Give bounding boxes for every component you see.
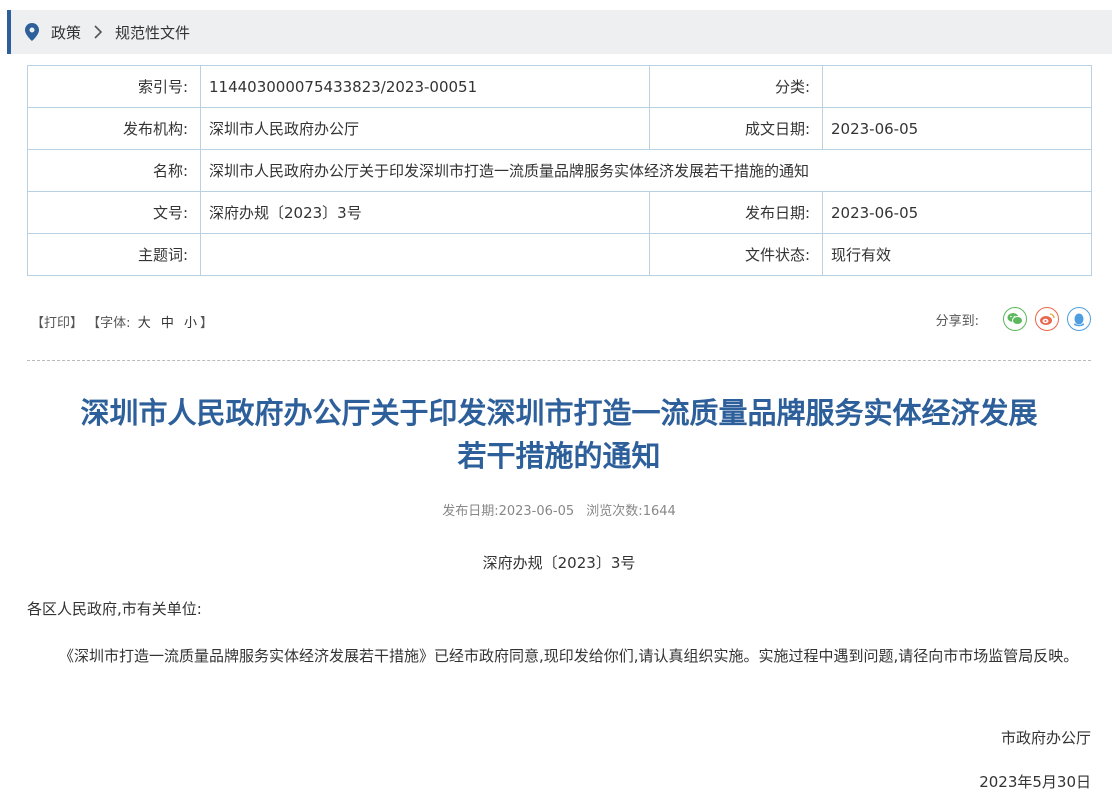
meta-row: 名称: 深圳市人民政府办公厅关于印发深圳市打造一流质量品牌服务实体经济发展若干措… <box>27 149 1092 192</box>
status-value: 现行有效 <box>822 233 1092 276</box>
print-button[interactable]: 【打印】 <box>31 316 83 331</box>
document-meta-table: 索引号: 114403000075433823/2023-00051 分类: 发… <box>27 65 1092 276</box>
breadcrumb-item-policy[interactable]: 政策 <box>51 22 81 43</box>
publish-info: 发布日期:2023-06-05 浏览次数:1644 <box>27 500 1091 519</box>
meta-row: 文号: 深府办规〔2023〕3号 发布日期: 2023-06-05 <box>27 191 1092 234</box>
index-value: 114403000075433823/2023-00051 <box>200 65 650 108</box>
divider <box>27 360 1091 361</box>
wechat-icon <box>1007 313 1023 325</box>
category-label: 分类: <box>649 65 823 108</box>
name-value: 深圳市人民政府办公厅关于印发深圳市打造一流质量品牌服务实体经济发展若干措施的通知 <box>200 149 1092 192</box>
status-label: 文件状态: <box>649 233 823 276</box>
font-large-button[interactable]: 大 <box>138 316 151 331</box>
article-title-line2: 若干措施的通知 <box>457 439 661 473</box>
index-label: 索引号: <box>27 65 201 108</box>
pub-date-label: 发布日期: <box>442 504 499 519</box>
name-label: 名称: <box>27 149 201 192</box>
font-medium-button[interactable]: 中 <box>161 316 174 331</box>
share-bar: 分享到: <box>936 307 1091 331</box>
docno-label: 文号: <box>27 191 201 234</box>
article-toolbar: 【打印】 【字体: 大 中 小】 分享到: <box>27 307 1091 335</box>
publisher-label: 发布机构: <box>27 107 201 150</box>
body-paragraph: 《深圳市打造一流质量品牌服务实体经济发展若干措施》已经市政府同意,现印发给你们,… <box>59 647 1079 665</box>
qq-icon <box>1074 313 1084 326</box>
issue-date: 2023年5月30日 <box>979 773 1091 791</box>
font-small-button[interactable]: 小 <box>184 316 197 331</box>
share-label: 分享到: <box>935 313 979 329</box>
weibo-icon <box>1040 313 1055 325</box>
location-pin-icon <box>25 23 39 41</box>
meta-row: 索引号: 114403000075433823/2023-00051 分类: <box>27 65 1092 108</box>
salutation: 各区人民政府,市有关单位: <box>27 600 202 618</box>
category-value <box>822 65 1092 108</box>
docno-value: 深府办规〔2023〕3号 <box>200 191 650 234</box>
share-wechat-button[interactable] <box>1003 307 1027 331</box>
pub-date-value: 2023-06-05 <box>498 504 575 519</box>
keywords-value <box>200 233 650 276</box>
views-label: 浏览次数: <box>586 504 643 519</box>
article-title: 深圳市人民政府办公厅关于印发深圳市打造一流质量品牌服务实体经济发展 若干措施的通… <box>27 392 1091 478</box>
meta-row: 主题词: 文件状态: 现行有效 <box>27 233 1092 276</box>
breadcrumb: 政策 规范性文件 <box>7 10 1112 54</box>
meta-row: 发布机构: 深圳市人民政府办公厅 成文日期: 2023-06-05 <box>27 107 1092 150</box>
share-qq-button[interactable] <box>1067 307 1091 331</box>
pubdate-label: 发布日期: <box>649 191 823 234</box>
keywords-label: 主题词: <box>27 233 201 276</box>
written-date-label: 成文日期: <box>649 107 823 150</box>
breadcrumb-item-normative-docs[interactable]: 规范性文件 <box>115 22 190 43</box>
written-date-value: 2023-06-05 <box>822 107 1092 150</box>
signature: 市政府办公厅 <box>1000 729 1091 747</box>
document-number: 深府办规〔2023〕3号 <box>482 554 636 572</box>
article-title-line1: 深圳市人民政府办公厅关于印发深圳市打造一流质量品牌服务实体经济发展 <box>80 396 1038 430</box>
pubdate-value: 2023-06-05 <box>822 191 1092 234</box>
views-count: 1644 <box>642 504 676 519</box>
print-font-tools: 【打印】 【字体: 大 中 小】 <box>31 312 213 331</box>
font-size-close: 】 <box>200 316 214 331</box>
share-weibo-button[interactable] <box>1035 307 1059 331</box>
chevron-right-icon <box>94 25 103 39</box>
font-size-label: 【字体: <box>87 316 131 331</box>
publisher-value: 深圳市人民政府办公厅 <box>200 107 650 150</box>
